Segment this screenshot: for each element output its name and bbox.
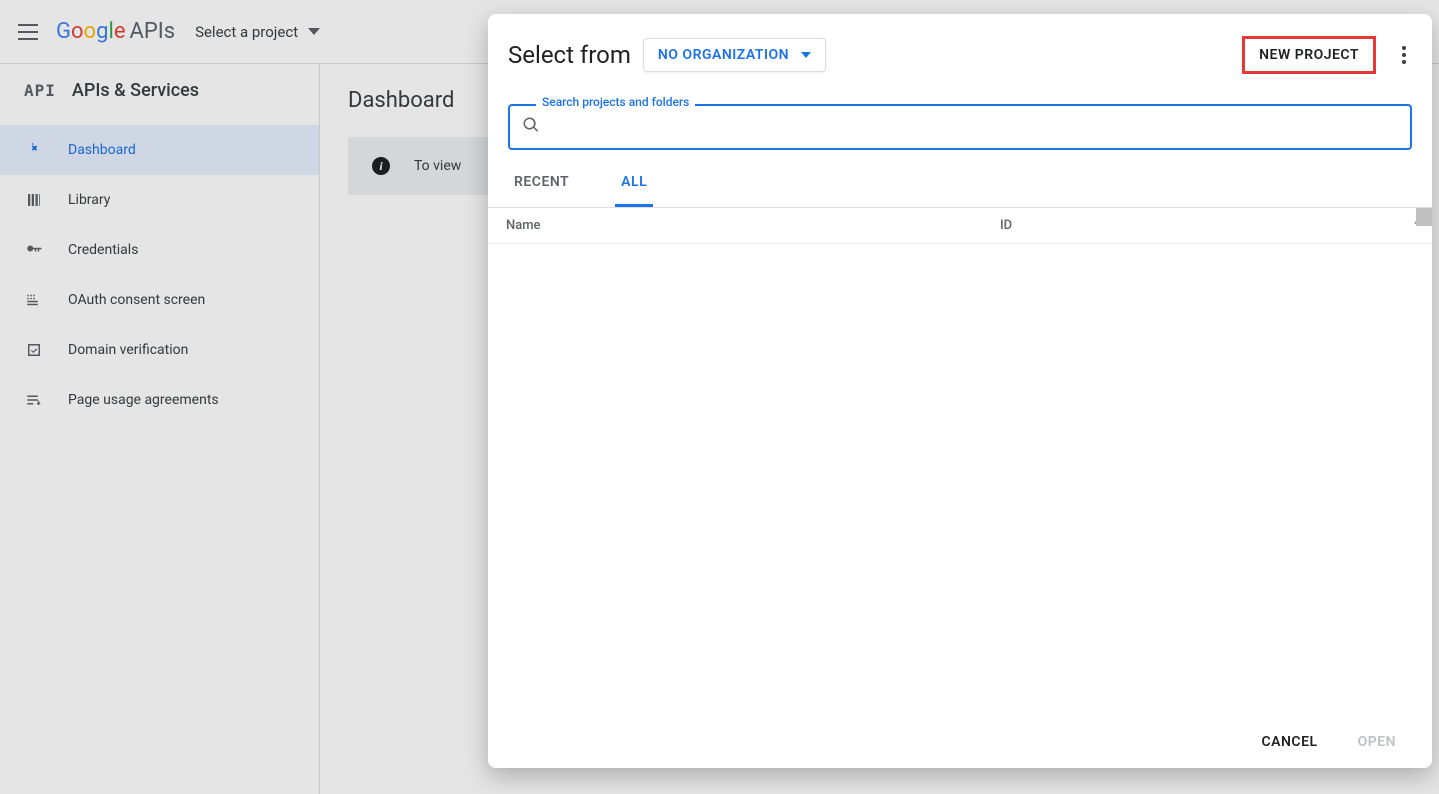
tabs: RECENT ALL bbox=[488, 150, 1432, 208]
dialog-footer: CANCEL OPEN bbox=[488, 716, 1432, 768]
tab-label: ALL bbox=[621, 174, 647, 190]
search-field-wrap: Search projects and folders bbox=[508, 104, 1412, 150]
search-icon bbox=[522, 116, 540, 138]
new-project-label: NEW PROJECT bbox=[1259, 47, 1359, 63]
search-input[interactable] bbox=[548, 119, 1398, 135]
table-header: Name ID ▲ bbox=[488, 208, 1432, 244]
open-button[interactable]: OPEN bbox=[1358, 734, 1396, 750]
tab-recent[interactable]: RECENT bbox=[508, 160, 575, 207]
project-picker-dialog: Select from NO ORGANIZATION NEW PROJECT … bbox=[488, 14, 1432, 768]
tab-all[interactable]: ALL bbox=[615, 160, 653, 207]
column-name[interactable]: Name bbox=[506, 218, 1000, 233]
search-box[interactable] bbox=[508, 104, 1412, 150]
cancel-button[interactable]: CANCEL bbox=[1262, 734, 1318, 750]
scrollbar-thumb[interactable] bbox=[1416, 208, 1432, 226]
org-selector-label: NO ORGANIZATION bbox=[658, 47, 789, 63]
tab-label: RECENT bbox=[514, 174, 569, 190]
project-table[interactable]: Name ID ▲ bbox=[488, 208, 1432, 716]
caret-down-icon bbox=[801, 52, 811, 58]
dialog-header: Select from NO ORGANIZATION NEW PROJECT bbox=[488, 14, 1432, 84]
search-label: Search projects and folders bbox=[536, 95, 695, 109]
organization-selector[interactable]: NO ORGANIZATION bbox=[643, 38, 826, 72]
new-project-button[interactable]: NEW PROJECT bbox=[1242, 36, 1376, 74]
column-id[interactable]: ID bbox=[1000, 218, 1414, 233]
dialog-title: Select from bbox=[508, 41, 631, 69]
more-options-icon[interactable] bbox=[1396, 40, 1412, 70]
